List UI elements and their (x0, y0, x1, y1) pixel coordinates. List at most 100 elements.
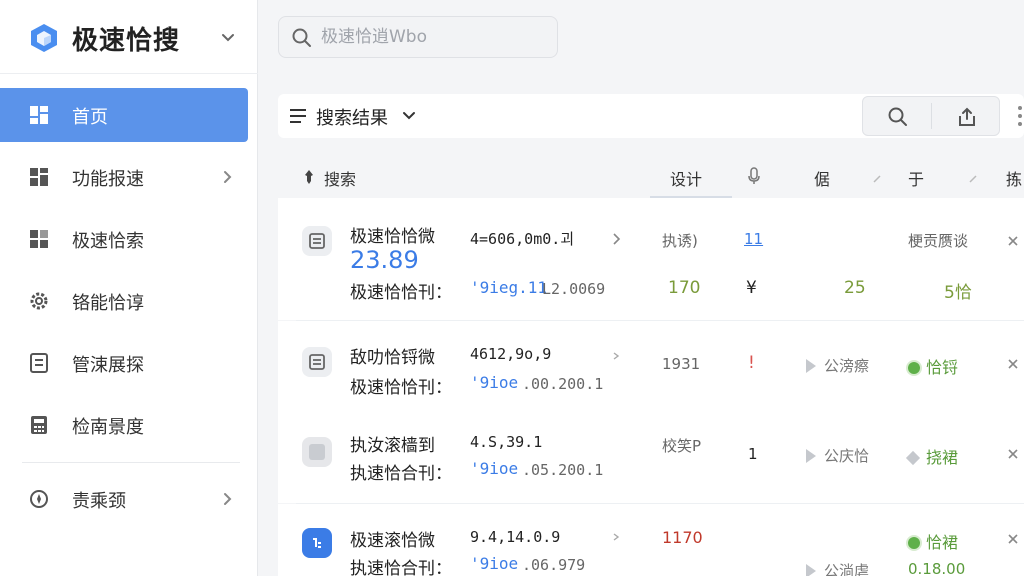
grid-icon (30, 168, 48, 186)
row-type: 执诱) (662, 232, 698, 250)
sort-icon[interactable] (872, 174, 882, 184)
sidebar-item-manage[interactable]: 管涑展探 (0, 336, 248, 390)
row-icon (302, 226, 332, 256)
row-name[interactable]: 敌叻恰锊微 (350, 343, 435, 368)
brand-header[interactable]: 极速恰搜 (0, 0, 258, 74)
column-header[interactable]: 于 (908, 166, 924, 190)
more-vertical-icon[interactable] (1010, 100, 1024, 132)
table-row[interactable]: 极速恰恰微 4=606,0m0.괴 23.89 执诱) 11 梗贡赝谈 极速恰恰… (278, 198, 1024, 320)
status-dot-icon (908, 362, 920, 374)
row-value: 4612,9o,9 (470, 345, 552, 363)
status-text: 公淌虐 (824, 562, 870, 576)
status-value: 0.18.00 (908, 560, 966, 576)
row-type: 1170 (662, 528, 703, 547)
app-name: 极速恰搜 (72, 26, 181, 56)
play-icon (806, 359, 816, 373)
row-name[interactable]: 极速恰恰微 (350, 222, 435, 247)
sidebar-item-label: 极速恰索 (72, 231, 144, 252)
status-badge: 恰裙 (908, 529, 958, 553)
compass-icon (30, 490, 48, 508)
close-icon[interactable] (1006, 234, 1020, 248)
close-icon[interactable] (1006, 532, 1020, 546)
sort-icon[interactable] (968, 174, 978, 184)
table-row[interactable]: 执汝滚樯到 4.S,39.1 校笑P 1 公庆恰 挠裙 执速恰合刊： '9ioe… (278, 409, 1024, 503)
sidebar-divider (22, 462, 240, 463)
row-sub-value: .05.200.1 (522, 461, 604, 479)
row-type: 校笑P (662, 437, 702, 455)
row-count: 1 (748, 445, 758, 463)
search-icon (888, 107, 907, 126)
row-name[interactable]: 极速滚恰微 (350, 526, 435, 551)
sidebar-item-search[interactable]: 极速恰索 (0, 212, 248, 266)
document-icon (309, 354, 325, 370)
status-badge: 恰锊 (908, 354, 958, 378)
sidebar-item-features[interactable]: 功能报速 (0, 150, 248, 204)
document-icon (309, 233, 325, 249)
sidebar-item-progress[interactable]: 检南景度 (0, 398, 248, 452)
column-header[interactable]: 倨 (814, 166, 830, 190)
status-text: 恰裙 (926, 533, 959, 552)
cube-logo-icon (31, 24, 57, 52)
row-type: 1931 (662, 355, 701, 373)
search-icon (292, 28, 311, 47)
chevron-right-icon[interactable] (610, 530, 624, 544)
results-title[interactable]: 搜索结果 (316, 104, 388, 130)
close-icon[interactable] (1006, 357, 1020, 371)
sidebar-item-settings[interactable]: 铬能恰谆 (0, 274, 248, 328)
row-icon (302, 347, 332, 377)
row-sub-value: .06.979 (522, 556, 586, 574)
chevron-right-icon[interactable] (610, 232, 624, 246)
blocks-icon (30, 230, 48, 248)
sidebar-item-label: 首页 (72, 107, 108, 128)
row-value: 4.S,39.1 (470, 433, 543, 451)
row-sub-link[interactable]: '9ieg.11 (470, 278, 547, 297)
search-button[interactable] (863, 97, 931, 135)
row-sub-label: 极速恰恰刊： (350, 283, 452, 303)
chevron-down-icon[interactable] (400, 107, 418, 125)
status-badge: 公淌虐 (806, 560, 869, 576)
status-badge: 公庆恰 (806, 445, 869, 466)
sidebar-item-home[interactable]: 首页 (0, 88, 248, 142)
row-sub-label: 极速恰恰刊： (350, 378, 452, 398)
column-header[interactable]: 拣 (1006, 166, 1022, 190)
row-icon (302, 528, 332, 558)
column-header[interactable]: 搜索 (324, 166, 356, 190)
row-sub-link[interactable]: '9ioe (470, 373, 518, 392)
chevron-right-icon[interactable] (610, 349, 624, 363)
microphone-icon[interactable] (746, 166, 762, 186)
row-name[interactable]: 执汝滚樯到 (350, 431, 435, 456)
row-sub-link[interactable]: '9ioe (470, 554, 518, 573)
row-number: 25 (844, 278, 866, 298)
status-text: 恰锊 (926, 358, 959, 377)
row-value: 9.4,14.0.9 (470, 528, 561, 546)
sidebar-item-label: 责乘颈 (72, 491, 126, 512)
chevron-right-icon (224, 493, 232, 505)
row-sub-value: .00.200.1 (522, 375, 604, 393)
column-header[interactable]: 设计 (670, 166, 702, 190)
row-metric: 23.89 (350, 246, 419, 274)
sidebar-item-footer[interactable]: 责乘颈 (0, 472, 248, 526)
status-badge: 挠裙 (905, 444, 959, 468)
row-count[interactable]: 11 (744, 230, 763, 248)
document-icon (30, 353, 48, 373)
export-button[interactable] (932, 97, 1000, 135)
search-input[interactable] (321, 25, 541, 49)
status-text: 挠裙 (926, 448, 959, 467)
gear-icon (30, 292, 48, 310)
status-badge: 公滂瘵 (806, 355, 869, 376)
chevron-down-icon[interactable] (218, 28, 238, 48)
row-sub-link[interactable]: '9ioe (470, 459, 518, 478)
table-row[interactable]: 敌叻恰锊微 4612,9o,9 1931 ! 公滂瘵 恰锊 极速恰恰刊： '9i… (278, 321, 1024, 409)
status-dot-icon (908, 537, 920, 549)
status-text: 公滂瘵 (824, 357, 870, 375)
list-icon (290, 109, 306, 123)
toolbar-actions (862, 96, 1000, 136)
play-icon (806, 564, 816, 576)
close-icon[interactable] (1006, 447, 1020, 461)
row-symbol: ¥ (746, 278, 757, 298)
search-box[interactable] (278, 16, 558, 58)
sidebar-item-label: 功能报速 (72, 169, 144, 190)
table-row[interactable]: 极速滚恰微 9.4,14.0.9 1170 恰裙 执速恰合刊： '9ioe .0… (278, 504, 1024, 576)
calculator-icon (31, 416, 47, 434)
row-sub-label: 执速恰合刊： (350, 559, 452, 576)
